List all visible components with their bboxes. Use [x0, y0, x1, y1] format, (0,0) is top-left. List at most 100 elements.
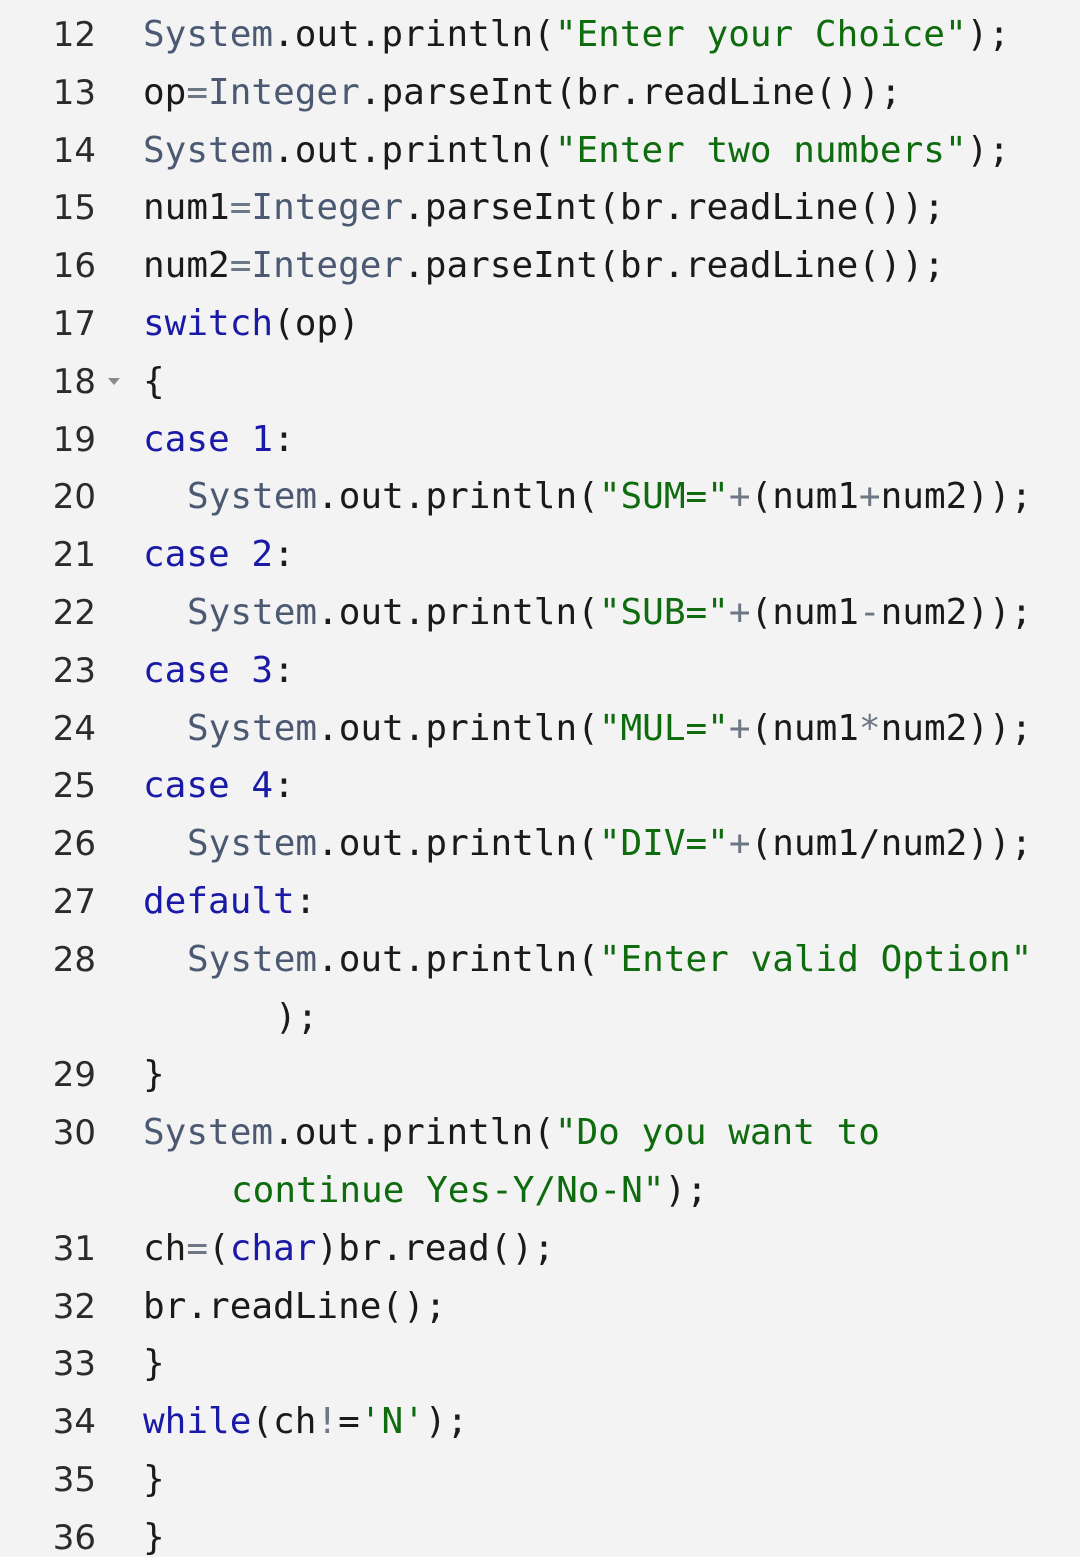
code-token: (: [208, 1227, 230, 1269]
keyword-token: char: [229, 1227, 317, 1269]
code-token: .out.println(: [317, 938, 599, 980]
line-gutter: 19: [0, 411, 100, 469]
code-line-12[interactable]: 12 System.out.println("Enter your Choice"…: [0, 6, 1080, 64]
code-line-17[interactable]: 17 switch(op): [0, 295, 1080, 353]
operator-token: -: [858, 592, 881, 633]
code-line-27[interactable]: 27 default:: [0, 873, 1080, 931]
code-line-21[interactable]: 21 case 2:: [0, 526, 1080, 584]
type-token: System: [187, 476, 318, 518]
operator-token: +: [728, 823, 751, 865]
code-line-20[interactable]: 20 System.out.println("SUM="+(num1+num2))…: [0, 468, 1080, 526]
code-line-33[interactable]: 33}: [0, 1335, 1080, 1393]
code-line-24[interactable]: 24 System.out.println("MUL="+(num1*num2))…: [0, 700, 1080, 758]
type-token: Integer: [208, 71, 360, 113]
line-gutter: 16: [0, 237, 100, 295]
code-text: System.out.println("Do you want to: [143, 1104, 880, 1162]
operator-token: =: [229, 245, 252, 287]
code-line-36[interactable]: 36}: [0, 1509, 1080, 1557]
code-line-34[interactable]: 34 while(ch!='N');: [0, 1393, 1080, 1451]
line-number: 16: [52, 246, 96, 287]
keyword-token: case: [143, 765, 230, 807]
code-line-18[interactable]: 18 {: [0, 353, 1080, 411]
code-token: (num1: [750, 707, 859, 749]
line-number: 24: [52, 708, 96, 749]
code-line-13[interactable]: 13 op=Integer.parseInt(br.readLine());: [0, 64, 1080, 122]
code-token: );: [275, 996, 319, 1038]
string-token: "Enter valid Option": [598, 938, 1033, 980]
type-token: System: [143, 14, 274, 55]
code-editor[interactable]: 12 System.out.println("Enter your Choice"…: [0, 0, 1080, 1557]
line-gutter: 13: [0, 64, 100, 122]
code-text: System.out.println("Enter your Choice");: [143, 6, 1010, 64]
code-line-23[interactable]: 23 case 3:: [0, 642, 1080, 700]
code-token: );: [424, 1401, 469, 1443]
string-token: 'N': [359, 1401, 425, 1443]
code-token: :: [273, 418, 295, 460]
code-token: :: [273, 534, 295, 576]
line-gutter: 27: [0, 873, 100, 931]
keyword-token: switch: [143, 303, 274, 344]
code-line-32[interactable]: 32 br.readLine();: [0, 1278, 1080, 1336]
operator-token: =: [229, 187, 252, 229]
code-line-30[interactable]: 30 System.out.println("Do you want to: [0, 1104, 1080, 1162]
code-text: System.out.println("SUM="+(num1+num2));: [187, 468, 1032, 526]
keyword-token: case: [143, 418, 230, 460]
code-token: .out.println(: [317, 592, 599, 633]
line-gutter: 24: [0, 700, 100, 758]
number-token: 3: [251, 649, 274, 691]
code-token: .out.println(: [273, 129, 555, 171]
code-line-22[interactable]: 22 System.out.println("SUB="+(num1-num2))…: [0, 584, 1080, 642]
code-text: default:: [143, 873, 316, 931]
code-token: :: [294, 881, 317, 922]
operator-token: +: [858, 476, 881, 518]
line-number: 13: [52, 72, 96, 113]
line-gutter: 29: [0, 1046, 100, 1104]
line-gutter: 36: [0, 1509, 100, 1557]
code-text: continue Yes-Y/No-N");: [231, 1162, 708, 1220]
code-text: ch=(char)br.read();: [143, 1220, 555, 1278]
line-number: 36: [52, 1517, 96, 1557]
code-token: }: [143, 1459, 165, 1500]
number-token: 2: [251, 534, 274, 576]
line-number: 20: [52, 477, 96, 518]
code-line-28[interactable]: 28 System.out.println("Enter valid Option…: [0, 931, 1080, 989]
code-line-15[interactable]: 15 num1=Integer.parseInt(br.readLine());: [0, 179, 1080, 237]
line-gutter: 17: [0, 295, 100, 353]
code-text: case 3:: [143, 642, 295, 700]
line-gutter: 12: [0, 6, 100, 64]
code-token: .out.println(: [273, 1112, 555, 1154]
code-line-19[interactable]: 19 case 1:: [0, 411, 1080, 469]
line-number: 22: [52, 593, 96, 633]
code-line-31[interactable]: 31 ch=(char)br.read();: [0, 1220, 1080, 1278]
code-token: num2: [143, 245, 230, 287]
code-text: }: [143, 1046, 165, 1104]
code-line-wrap[interactable]: );: [0, 989, 1080, 1047]
code-token: );: [966, 14, 1010, 55]
operator-token: !: [316, 1401, 339, 1443]
code-token: :: [273, 649, 295, 691]
code-token: .parseInt(br.readLine());: [403, 245, 945, 287]
code-line-25[interactable]: 25 case 4:: [0, 757, 1080, 815]
code-line-26[interactable]: 26 System.out.println("DIV="+(num1/num2))…: [0, 815, 1080, 873]
code-text: br.readLine();: [143, 1278, 446, 1336]
line-gutter: 18: [0, 353, 100, 411]
code-line-14[interactable]: 14 System.out.println("Enter two numbers"…: [0, 122, 1080, 180]
line-number: 32: [52, 1286, 96, 1327]
code-line-29[interactable]: 29}: [0, 1046, 1080, 1104]
line-gutter: 33: [0, 1335, 100, 1393]
code-text: System.out.println("SUB="+(num1-num2));: [187, 584, 1032, 642]
operator-token: +: [728, 476, 751, 518]
fold-triangle-down-icon[interactable]: [108, 377, 120, 385]
code-line-16[interactable]: 16 num2=Integer.parseInt(br.readLine());: [0, 237, 1080, 295]
keyword-token: case: [143, 649, 230, 691]
code-text: case 4:: [143, 757, 295, 815]
code-line-35[interactable]: 35}: [0, 1451, 1080, 1509]
code-line-wrap[interactable]: continue Yes-Y/No-N");: [0, 1162, 1080, 1220]
line-gutter: 26: [0, 815, 100, 873]
code-token: num2));: [880, 592, 1033, 633]
line-number: 33: [52, 1344, 96, 1385]
string-token: continue Yes-Y/No-N": [231, 1170, 665, 1211]
